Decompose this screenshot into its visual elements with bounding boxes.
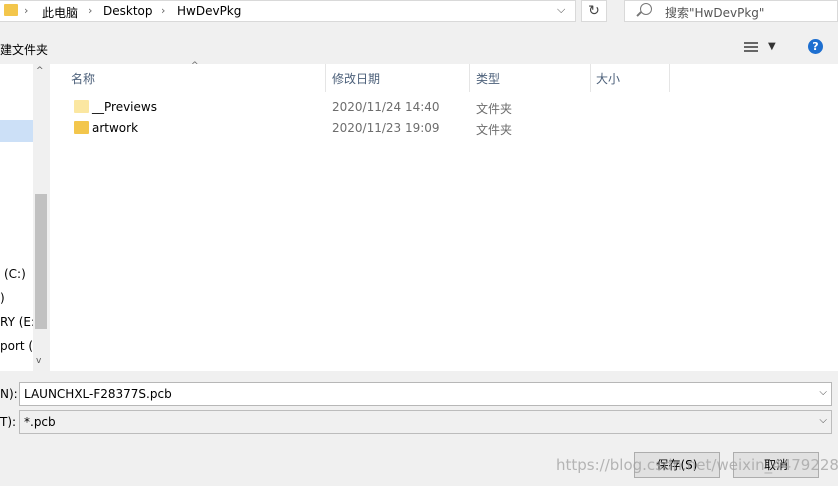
- filename-value: LAUNCHXL-F28377S.pcb: [24, 387, 172, 401]
- nav-scrollbar[interactable]: ^ v: [33, 64, 49, 371]
- list-item[interactable]: artwork 2020/11/23 19:09 文件夹: [50, 118, 838, 139]
- breadcrumb-hwdevpkg[interactable]: HwDevPkg: [177, 4, 241, 18]
- refresh-button[interactable]: ↻: [581, 0, 607, 22]
- list-item[interactable]: __Previews 2020/11/24 14:40 文件夹: [50, 97, 838, 118]
- nav-item-drive-d[interactable]: ): [0, 291, 33, 305]
- column-divider[interactable]: [590, 64, 591, 92]
- chevron-down-icon: ⌵: [557, 3, 566, 16]
- breadcrumb-this-pc[interactable]: 此电脑: [42, 4, 78, 21]
- chevron-right-icon: ›: [161, 4, 166, 17]
- folder-icon: [74, 121, 89, 134]
- chevron-right-icon: ›: [88, 4, 93, 17]
- folder-icon: [4, 4, 18, 16]
- scroll-down-icon[interactable]: v: [36, 356, 41, 366]
- column-header-date[interactable]: 修改日期: [332, 70, 380, 87]
- watermark-text: https://blog.csdn.net/weixin_44792288: [556, 456, 838, 474]
- view-details-icon[interactable]: [744, 42, 758, 52]
- chevron-right-icon: ›: [24, 4, 29, 17]
- view-menu-dropdown-icon[interactable]: ▼: [768, 41, 776, 52]
- navigation-pane: (C:) ) RY (E:) port (G ^ v: [0, 64, 49, 371]
- file-date: 2020/11/23 19:09: [332, 121, 440, 135]
- nav-selected-item[interactable]: [0, 120, 33, 142]
- nav-item-drive-e[interactable]: RY (E:): [0, 315, 33, 329]
- filetype-label: T):: [0, 415, 17, 429]
- address-bar[interactable]: › 此电脑 › Desktop › HwDevPkg ⌵: [0, 0, 576, 22]
- filename-input[interactable]: LAUNCHXL-F28377S.pcb ⌵: [19, 382, 832, 406]
- filetype-value: *.pcb: [24, 415, 56, 429]
- column-header-name[interactable]: 名称: [71, 70, 95, 87]
- file-list: ^ 名称 修改日期 类型 大小 __Previews 2020/11/24 14…: [50, 61, 838, 371]
- nav-scrollbar-thumb[interactable]: [35, 194, 47, 329]
- column-divider[interactable]: [669, 64, 670, 92]
- file-name: __Previews: [92, 100, 157, 114]
- file-type: 文件夹: [476, 123, 513, 137]
- refresh-icon: ↻: [588, 3, 600, 19]
- filename-label: N):: [0, 387, 18, 401]
- column-header-type[interactable]: 类型: [476, 70, 500, 87]
- help-icon[interactable]: ?: [808, 39, 823, 54]
- filetype-select[interactable]: *.pcb ⌵: [19, 410, 832, 434]
- new-folder-button[interactable]: 建文件夹: [0, 41, 48, 58]
- chevron-down-icon[interactable]: ⌵: [819, 415, 827, 426]
- scroll-up-icon[interactable]: ^: [36, 66, 44, 76]
- nav-item-drive-g[interactable]: port (G: [0, 339, 33, 353]
- search-icon: [640, 3, 652, 15]
- search-placeholder: 搜索"HwDevPkg": [665, 6, 765, 20]
- column-divider[interactable]: [469, 64, 470, 92]
- column-divider[interactable]: [325, 64, 326, 92]
- chevron-down-icon[interactable]: ⌵: [819, 387, 827, 398]
- toolbar: 建文件夹 ▼ ?: [0, 31, 838, 64]
- file-date: 2020/11/24 14:40: [332, 100, 440, 114]
- sort-ascending-icon: ^: [191, 61, 199, 71]
- column-header-size[interactable]: 大小: [596, 70, 620, 87]
- breadcrumb-desktop[interactable]: Desktop: [103, 4, 153, 18]
- address-history-dropdown[interactable]: ⌵: [548, 1, 575, 21]
- file-name: artwork: [92, 121, 139, 135]
- file-type: 文件夹: [476, 102, 513, 116]
- folder-icon: [74, 100, 89, 113]
- search-input[interactable]: 搜索"HwDevPkg": [624, 0, 838, 22]
